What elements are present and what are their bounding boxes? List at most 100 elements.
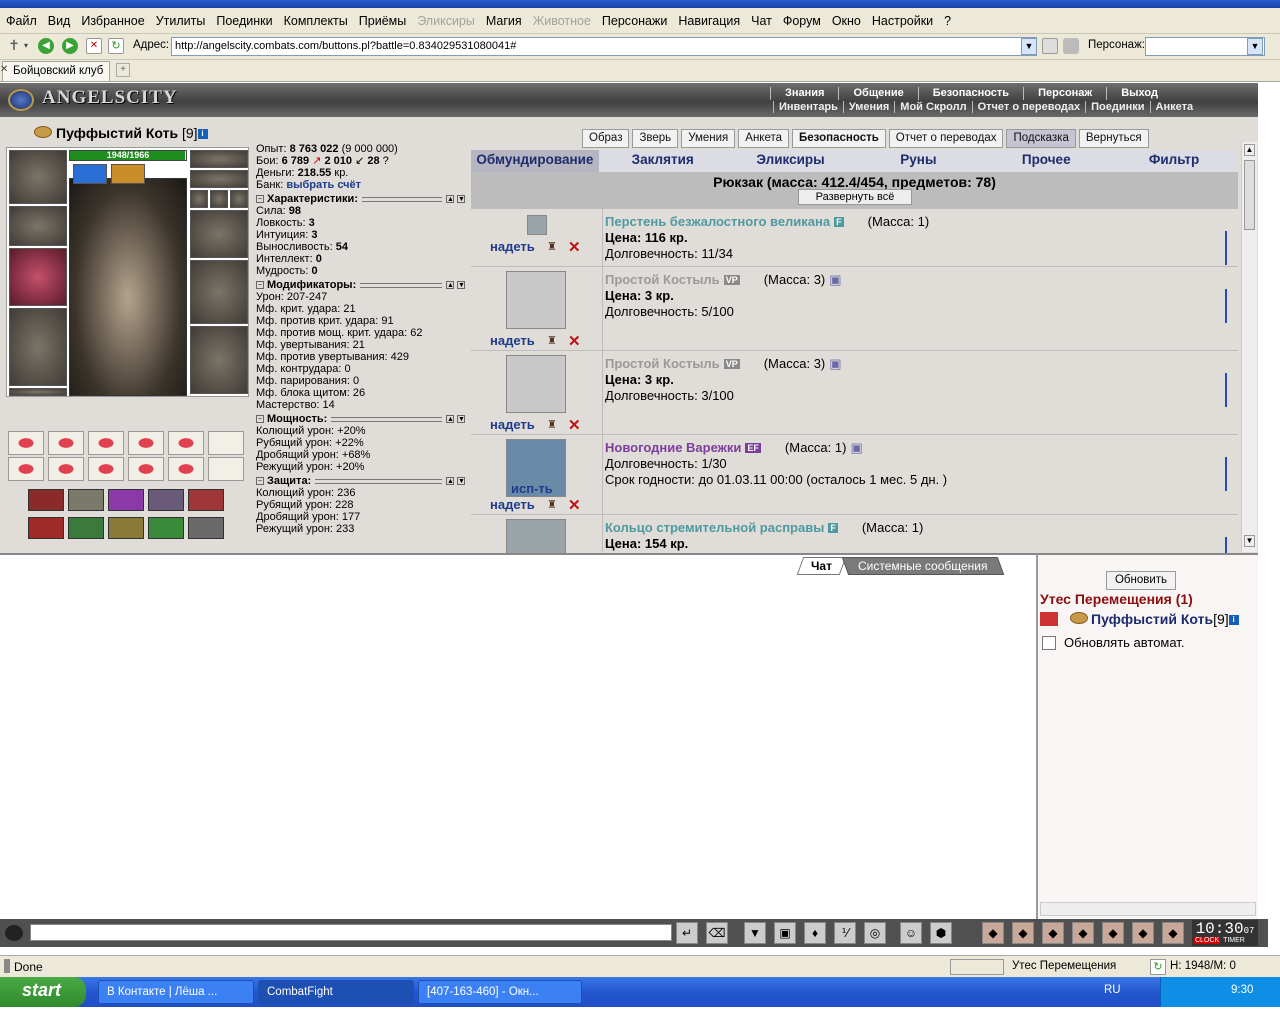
shield-slot[interactable] — [190, 260, 248, 324]
auto-refresh-checkbox[interactable] — [1042, 635, 1056, 650]
chat-tool-icon-2[interactable]: ▼ — [744, 922, 766, 944]
item-image[interactable] — [506, 519, 566, 553]
chat-tool-icon-4[interactable]: ♦ — [804, 922, 826, 944]
scroll-slot[interactable] — [208, 431, 244, 455]
spell-slot[interactable] — [148, 489, 184, 511]
wear-link[interactable]: надеть — [490, 333, 535, 348]
inv-tab-2[interactable]: Эликсиры — [727, 150, 855, 172]
drop-icon[interactable]: ✕ — [568, 332, 581, 350]
shirt-icon[interactable]: ♜ — [547, 498, 557, 511]
up-icon[interactable]: ▲ — [446, 195, 454, 203]
section-power[interactable]: − Мощность: ▲ ▼ — [256, 413, 468, 425]
effect-icon-2[interactable] — [111, 164, 145, 184]
item-name[interactable]: Новогодние Варежки — [605, 440, 741, 455]
wear-link[interactable]: надеть — [490, 417, 535, 432]
status-refresh-icon[interactable]: ↻ — [1150, 959, 1166, 975]
top-nav-item-3[interactable]: Персонаж — [1023, 87, 1106, 100]
inv-tab-3[interactable]: Руны — [854, 150, 982, 172]
drop-icon[interactable]: ✕ — [568, 416, 581, 434]
helmet-slot[interactable] — [9, 150, 67, 204]
start-button[interactable]: start — [0, 977, 86, 1007]
drop-icon[interactable]: ✕ — [568, 496, 581, 514]
menu-item-1[interactable]: Вид — [48, 14, 71, 28]
sort-arrow-icon[interactable] — [1225, 289, 1229, 323]
menu-item-6[interactable]: Приёмы — [359, 14, 406, 28]
shirt-icon[interactable]: ♜ — [547, 418, 557, 431]
earrings-slot[interactable] — [190, 150, 248, 168]
sub-nav-item-0[interactable]: Инвентарь — [773, 101, 843, 113]
private-icon[interactable] — [1040, 612, 1058, 626]
section-modifiers[interactable]: − Модификаторы: ▲ ▼ — [256, 279, 468, 291]
shirt-icon[interactable]: ♜ — [547, 240, 557, 253]
item-name[interactable]: Простой Костыль — [605, 272, 720, 287]
bracers-slot[interactable] — [9, 206, 67, 246]
chat-tool-icon-14[interactable]: ◆ — [1102, 922, 1124, 944]
auto-refresh[interactable]: Обновлять автомат. — [1042, 635, 1184, 650]
menu-item-0[interactable]: Файл — [6, 14, 37, 28]
ring-slot-1[interactable] — [190, 190, 208, 208]
spell-slot[interactable] — [108, 489, 144, 511]
back-icon[interactable]: ◀ — [38, 38, 54, 54]
scroll-slot[interactable] — [128, 457, 164, 481]
collapse-icon[interactable]: − — [256, 477, 264, 485]
weapon-slot[interactable] — [9, 248, 67, 306]
item-image[interactable] — [506, 355, 566, 413]
chat-tool-icon-16[interactable]: ◆ — [1162, 922, 1184, 944]
sub-nav-item-4[interactable]: Поединки — [1085, 101, 1149, 113]
use-link[interactable]: исп-ть — [511, 481, 553, 496]
action-button-7[interactable]: Вернуться — [1078, 129, 1149, 148]
spell-slot[interactable] — [68, 489, 104, 511]
expand-all-button[interactable]: Развернуть всё — [798, 189, 912, 205]
forward-icon[interactable]: ▶ — [62, 38, 78, 54]
section-characteristics[interactable]: − Характеристики: ▲ ▼ — [256, 193, 468, 205]
menu-item-9[interactable]: Животное — [533, 14, 591, 28]
item-name[interactable]: Кольцо стремительной расправы — [605, 520, 824, 535]
sub-nav-item-2[interactable]: Мой Скролл — [894, 101, 971, 113]
go-icon[interactable] — [1042, 38, 1058, 54]
action-button-0[interactable]: Образ — [582, 129, 630, 148]
tab-system-messages[interactable]: Системные сообщения — [841, 557, 1004, 575]
action-button-5[interactable]: Отчет о переводах — [888, 129, 1004, 148]
inv-tab-5[interactable]: Фильтр — [1110, 150, 1238, 172]
menu-item-16[interactable]: ? — [944, 14, 951, 28]
effect-icon-1[interactable] — [73, 164, 107, 184]
belt-slot[interactable] — [9, 388, 67, 396]
scroll-thumb[interactable] — [1244, 160, 1255, 230]
chat-tool-icon-3[interactable]: ▣ — [774, 922, 796, 944]
ring-slot-3[interactable] — [230, 190, 248, 208]
chat-tool-icon-11[interactable]: ◆ — [1012, 922, 1034, 944]
refresh-icon[interactable]: ↻ — [108, 38, 124, 54]
menu-item-7[interactable]: Эликсиры — [417, 14, 475, 28]
action-button-4[interactable]: Безопасность — [792, 129, 886, 148]
section-defense[interactable]: − Защита: ▲ ▼ — [256, 475, 468, 487]
scroll-slot[interactable] — [168, 457, 204, 481]
menu-item-13[interactable]: Форум — [783, 14, 821, 28]
top-nav-item-2[interactable]: Безопасность — [917, 87, 1023, 100]
sort-arrow-icon[interactable] — [1225, 457, 1229, 491]
item-image[interactable] — [527, 215, 547, 235]
chat-tool-icon-1[interactable]: ⌫ — [706, 922, 728, 944]
down-icon[interactable]: ▼ — [457, 195, 465, 203]
action-button-2[interactable]: Умения — [681, 129, 736, 148]
collapse-icon[interactable]: − — [256, 195, 264, 203]
armor-slot[interactable] — [9, 308, 67, 386]
action-button-3[interactable]: Анкета — [738, 129, 790, 148]
up-icon[interactable]: ▲ — [446, 415, 454, 423]
chat-tool-icon-13[interactable]: ◆ — [1072, 922, 1094, 944]
action-button-1[interactable]: Зверь — [632, 129, 679, 148]
chat-pane[interactable]: Чат Системные сообщения — [0, 553, 1036, 919]
scroll-slot[interactable] — [48, 431, 84, 455]
spell-slot[interactable] — [28, 517, 64, 539]
scroll-slot[interactable] — [8, 457, 44, 481]
menu-item-8[interactable]: Магия — [486, 14, 522, 28]
spell-slot[interactable] — [108, 517, 144, 539]
online-user[interactable]: Пуффыстий Коть[9] i — [1040, 611, 1239, 627]
tray-clock[interactable]: 9:30 — [1231, 984, 1253, 996]
down-icon[interactable]: ▼ — [457, 281, 465, 289]
chat-tool-icon-8[interactable]: ⬢ — [930, 922, 952, 944]
address-dropdown-button[interactable]: ▼ — [1021, 38, 1037, 55]
menu-item-11[interactable]: Навигация — [678, 14, 740, 28]
spell-slot[interactable] — [68, 517, 104, 539]
chat-input[interactable] — [30, 924, 672, 941]
menu-item-15[interactable]: Настройки — [872, 14, 933, 28]
